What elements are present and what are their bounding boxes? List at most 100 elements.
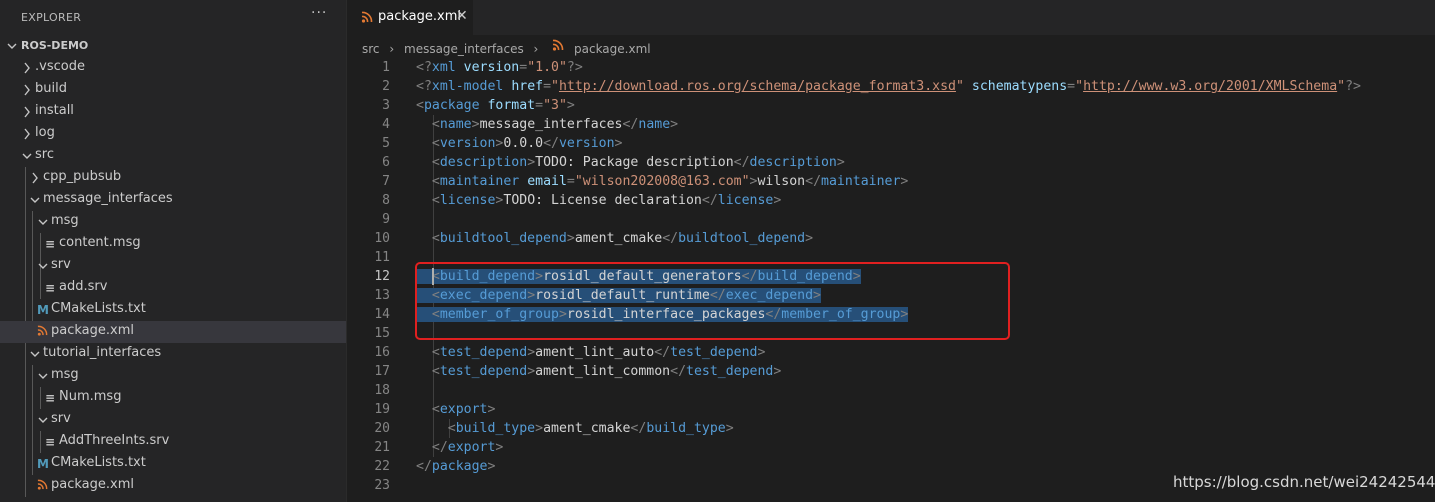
code-token: test_depend — [686, 364, 774, 379]
code-token: version — [463, 60, 520, 75]
rss-xml-icon — [37, 478, 48, 495]
workspace-section-header[interactable]: ROS-DEMO — [0, 35, 346, 57]
line-number: 22 — [374, 459, 390, 474]
tree-item-addthreeints-srv[interactable]: ≡ AddThreeInts.srv — [0, 431, 346, 453]
annotation-highlight-box — [415, 262, 1010, 340]
code-token: TODO: License declaration — [503, 193, 702, 208]
code-line[interactable]: <version>0.0.0</version> — [416, 134, 623, 153]
tree-item-log[interactable]: log — [0, 123, 346, 145]
code-token: " — [955, 79, 964, 94]
code-line[interactable]: <build_type>ament_cmake</build_type> — [416, 419, 734, 438]
code-token: </ — [431, 440, 448, 455]
code-line[interactable]: </package> — [416, 457, 495, 476]
line-number: 2 — [382, 79, 390, 94]
tree-item-content-msg[interactable]: ≡ content.msg — [0, 233, 346, 255]
watermark-url: https://blog.csdn.net/wei242425445 — [1173, 473, 1435, 491]
code-line[interactable]: <description>TODO: Package description</… — [416, 153, 845, 172]
tree-item-tutorial-interfaces[interactable]: tutorial_interfaces — [0, 343, 346, 365]
code-token: ament_lint_common — [535, 364, 671, 379]
code-token: buildtool_depend — [678, 231, 806, 246]
tree-item-msg[interactable]: msg — [0, 211, 346, 233]
tree-item-add-srv[interactable]: ≡ add.srv — [0, 277, 346, 299]
code-line[interactable]: <license>TODO: License declaration</lice… — [416, 191, 781, 210]
tree-item-cmakelists-txt[interactable]: M CMakeLists.txt — [0, 453, 346, 475]
code-token: maintainer — [821, 174, 901, 189]
tree-item-package-xml[interactable]: package.xml — [0, 321, 346, 343]
code-line[interactable]: <maintainer email="wilson202008@163.com"… — [416, 172, 908, 191]
code-line[interactable]: <export> — [416, 400, 496, 419]
tree-item-cpp-pubsub[interactable]: cpp_pubsub — [0, 167, 346, 189]
code-line[interactable]: <name>message_interfaces</name> — [416, 115, 678, 134]
line-number: 13 — [374, 288, 390, 303]
code-token: </ — [805, 174, 822, 189]
tree-item-package-xml[interactable]: package.xml — [0, 475, 346, 497]
code-token: </ — [543, 136, 559, 151]
tree-item-label: cpp_pubsub — [43, 169, 122, 184]
code-token: < — [431, 155, 440, 170]
code-line[interactable]: <test_depend>ament_lint_common</test_dep… — [416, 362, 781, 381]
tree-item-srv[interactable]: srv — [0, 409, 346, 431]
tab-package-xml[interactable]: package.xml ✕ — [347, 0, 473, 35]
tree-item-srv[interactable]: srv — [0, 255, 346, 277]
tree-item-msg[interactable]: msg — [0, 365, 346, 387]
text-file-icon: ≡ — [45, 435, 56, 449]
line-number: 23 — [374, 478, 390, 493]
code-token: ?> — [1345, 79, 1361, 94]
tree-item-cmakelists-txt[interactable]: M CMakeLists.txt — [0, 299, 346, 321]
line-number: 10 — [374, 231, 390, 246]
code-line[interactable]: <test_depend>ament_lint_auto</test_depen… — [416, 343, 766, 362]
chevron-down-icon — [38, 263, 48, 269]
tree-item-install[interactable]: install — [0, 101, 346, 123]
tree-item-label: CMakeLists.txt — [51, 301, 146, 316]
code-token: < — [431, 345, 440, 360]
chevron-down-icon — [38, 417, 48, 423]
code-token: > — [535, 421, 544, 436]
tree-item-build[interactable]: build — [0, 79, 346, 101]
code-line[interactable]: <?xml-model href="http://download.ros.or… — [416, 77, 1361, 96]
line-number: 15 — [374, 326, 390, 341]
code-token: license — [439, 193, 496, 208]
tree-item-message-interfaces[interactable]: message_interfaces — [0, 189, 346, 211]
code-token: version — [558, 136, 615, 151]
code-token: < — [416, 98, 424, 113]
code-token: > — [757, 345, 766, 360]
code-token: </ — [630, 421, 647, 436]
code-token: ament_cmake — [574, 231, 663, 246]
line-number: 19 — [374, 402, 390, 417]
line-number: 1 — [382, 60, 390, 75]
more-actions-icon[interactable]: ··· — [311, 5, 327, 21]
code-token: " — [551, 79, 559, 94]
close-icon[interactable]: ✕ — [456, 8, 468, 24]
breadcrumb-item-message-interfaces[interactable]: message_interfaces — [404, 42, 524, 56]
line-number: 21 — [374, 440, 390, 455]
line-number: 16 — [374, 345, 390, 360]
code-token: < — [431, 117, 440, 132]
code-line[interactable]: <?xml version="1.0"?> — [416, 58, 583, 77]
tree-item-src[interactable]: src — [0, 145, 346, 167]
code-token: > — [495, 440, 504, 455]
code-token: <? — [416, 79, 432, 94]
breadcrumb-item-src[interactable]: src — [362, 42, 380, 56]
chevron-down-icon — [30, 197, 40, 203]
rss-xml-icon — [361, 11, 373, 23]
tree-item-label: srv — [51, 411, 71, 426]
tree-item-num-msg[interactable]: ≡ Num.msg — [0, 387, 346, 409]
code-line[interactable]: <package format="3"> — [416, 96, 575, 115]
code-line[interactable]: </export> — [416, 438, 503, 457]
breadcrumb-item-package-xml[interactable]: package.xml — [574, 42, 651, 56]
code-token: > — [614, 136, 623, 151]
tree-item-label: content.msg — [59, 235, 141, 250]
code-token: http://download.ros.org/schema/package_f… — [558, 79, 956, 94]
tree-item-vscode[interactable]: .vscode — [0, 57, 346, 79]
line-number: 20 — [374, 421, 390, 436]
code-token: > — [773, 193, 782, 208]
code-token: description — [439, 155, 528, 170]
tree-item-label: Num.msg — [59, 389, 122, 404]
code-line[interactable]: <buildtool_depend>ament_cmake</buildtool… — [416, 229, 813, 248]
code-token: http://www.w3.org/2001/XMLSchema — [1083, 79, 1338, 94]
